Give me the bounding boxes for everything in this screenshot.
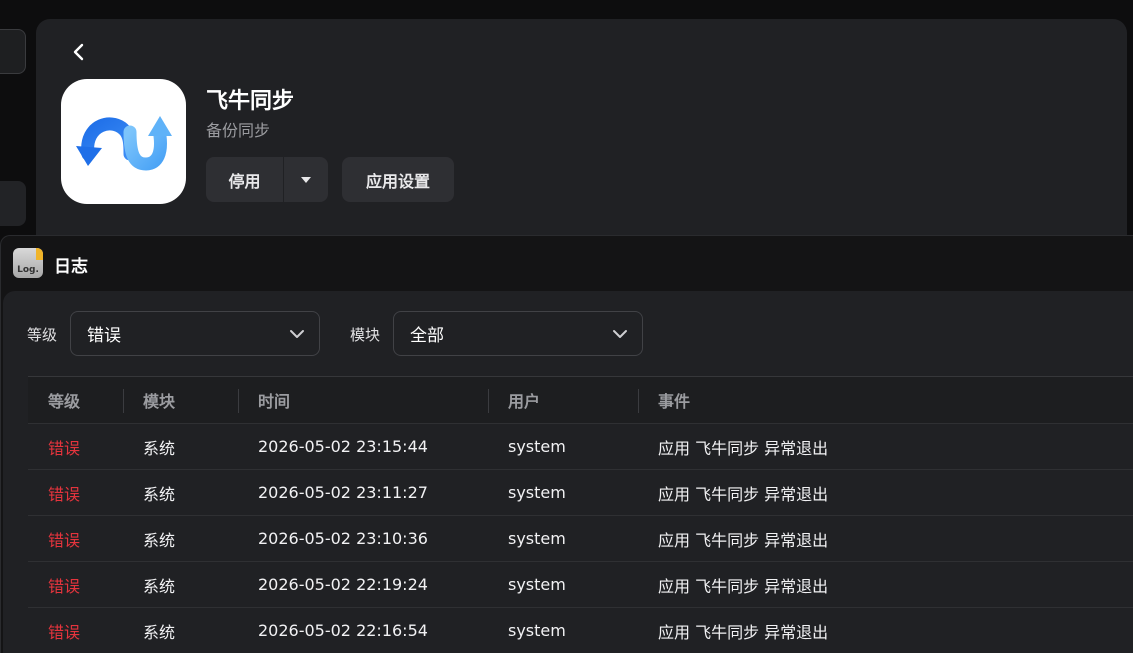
chevron-left-icon bbox=[73, 43, 84, 61]
cell-user: system bbox=[508, 437, 566, 456]
table-row[interactable]: 错误 系统 2026-05-02 23:10:36 system 应用 飞牛同步… bbox=[28, 515, 1133, 561]
cell-module: 系统 bbox=[143, 576, 176, 596]
background-sidebar-item[interactable] bbox=[0, 29, 26, 74]
log-icon-tab bbox=[36, 248, 43, 260]
app-detail-card: 飞牛同步 备份同步 停用 应用设置 bbox=[36, 19, 1127, 251]
app-icon bbox=[61, 79, 186, 204]
level-filter-label: 等级 bbox=[27, 326, 58, 344]
column-header-module[interactable]: 模块 bbox=[143, 377, 175, 423]
table-header: 等级 模块 时间 用户 事件 bbox=[28, 376, 1133, 423]
back-button[interactable] bbox=[66, 39, 92, 65]
app-category: 备份同步 bbox=[206, 121, 271, 140]
cell-level: 错误 bbox=[48, 484, 81, 504]
cell-event: 应用 飞牛同步 异常退出 bbox=[658, 484, 829, 504]
stop-button[interactable]: 停用 bbox=[206, 157, 283, 202]
column-header-event[interactable]: 事件 bbox=[658, 377, 690, 423]
module-filter-label: 模块 bbox=[350, 326, 381, 344]
cell-event: 应用 飞牛同步 异常退出 bbox=[658, 530, 829, 550]
cell-event: 应用 飞牛同步 异常退出 bbox=[658, 576, 829, 596]
column-header-time[interactable]: 时间 bbox=[258, 377, 290, 423]
app-name: 飞牛同步 bbox=[206, 89, 295, 114]
column-divider[interactable] bbox=[238, 389, 239, 413]
cell-level: 错误 bbox=[48, 576, 81, 596]
column-header-level[interactable]: 等级 bbox=[48, 377, 80, 423]
cell-time: 2026-05-02 23:10:36 bbox=[258, 529, 428, 548]
app-settings-button[interactable]: 应用设置 bbox=[342, 157, 454, 202]
column-divider[interactable] bbox=[123, 389, 124, 413]
cell-event: 应用 飞牛同步 异常退出 bbox=[658, 622, 829, 642]
cell-time: 2026-05-02 22:16:54 bbox=[258, 621, 428, 640]
table-row[interactable]: 错误 系统 2026-05-02 23:15:44 system 应用 飞牛同步… bbox=[28, 423, 1133, 469]
cell-user: system bbox=[508, 621, 566, 640]
level-filter-value: 错误 bbox=[87, 326, 121, 346]
log-icon-text: Log. bbox=[17, 265, 39, 275]
cell-user: system bbox=[508, 529, 566, 548]
stop-options-dropdown[interactable] bbox=[283, 157, 328, 202]
sync-logo-icon bbox=[75, 115, 172, 171]
module-filter-select[interactable]: 全部 bbox=[393, 311, 643, 356]
log-window-titlebar[interactable]: Log. 日志 bbox=[1, 236, 1133, 290]
log-table: 等级 模块 时间 用户 事件 错误 系统 2026-05-02 23:15:44… bbox=[28, 376, 1133, 653]
table-row[interactable]: 错误 系统 2026-05-02 22:19:24 system 应用 飞牛同步… bbox=[28, 561, 1133, 607]
cell-user: system bbox=[508, 483, 566, 502]
cell-level: 错误 bbox=[48, 622, 81, 642]
cell-time: 2026-05-02 23:11:27 bbox=[258, 483, 428, 502]
cell-level: 错误 bbox=[48, 438, 81, 458]
log-content-panel: 等级 错误 模块 全部 等级 模块 时间 用户 事件 错误 系统 2026-05… bbox=[3, 291, 1133, 653]
column-divider[interactable] bbox=[488, 389, 489, 413]
cell-module: 系统 bbox=[143, 622, 176, 642]
cell-module: 系统 bbox=[143, 438, 176, 458]
column-divider[interactable] bbox=[638, 389, 639, 413]
table-row[interactable]: 错误 系统 2026-05-02 22:16:54 system 应用 飞牛同步… bbox=[28, 607, 1133, 653]
chevron-down-icon bbox=[290, 329, 304, 338]
module-filter-value: 全部 bbox=[410, 326, 444, 346]
stop-button-group: 停用 bbox=[206, 157, 328, 202]
log-window: Log. 日志 等级 错误 模块 全部 等级 模块 时间 用户 事件 错误 系统… bbox=[0, 235, 1133, 653]
cell-event: 应用 飞牛同步 异常退出 bbox=[658, 438, 829, 458]
table-row[interactable]: 错误 系统 2026-05-02 23:11:27 system 应用 飞牛同步… bbox=[28, 469, 1133, 515]
caret-down-icon bbox=[301, 176, 311, 183]
cell-time: 2026-05-02 23:15:44 bbox=[258, 437, 428, 456]
log-app-icon: Log. bbox=[13, 248, 43, 278]
level-filter-select[interactable]: 错误 bbox=[70, 311, 320, 356]
cell-level: 错误 bbox=[48, 530, 81, 550]
cell-time: 2026-05-02 22:19:24 bbox=[258, 575, 428, 594]
column-header-user[interactable]: 用户 bbox=[508, 377, 540, 423]
log-window-title: 日志 bbox=[54, 257, 88, 277]
background-sidebar-item[interactable] bbox=[0, 181, 26, 226]
chevron-down-icon bbox=[613, 329, 627, 338]
screen: 飞牛同步 备份同步 停用 应用设置 Log. 日志 等级 错误 模块 全部 等级… bbox=[0, 0, 1133, 653]
cell-user: system bbox=[508, 575, 566, 594]
cell-module: 系统 bbox=[143, 530, 176, 550]
cell-module: 系统 bbox=[143, 484, 176, 504]
